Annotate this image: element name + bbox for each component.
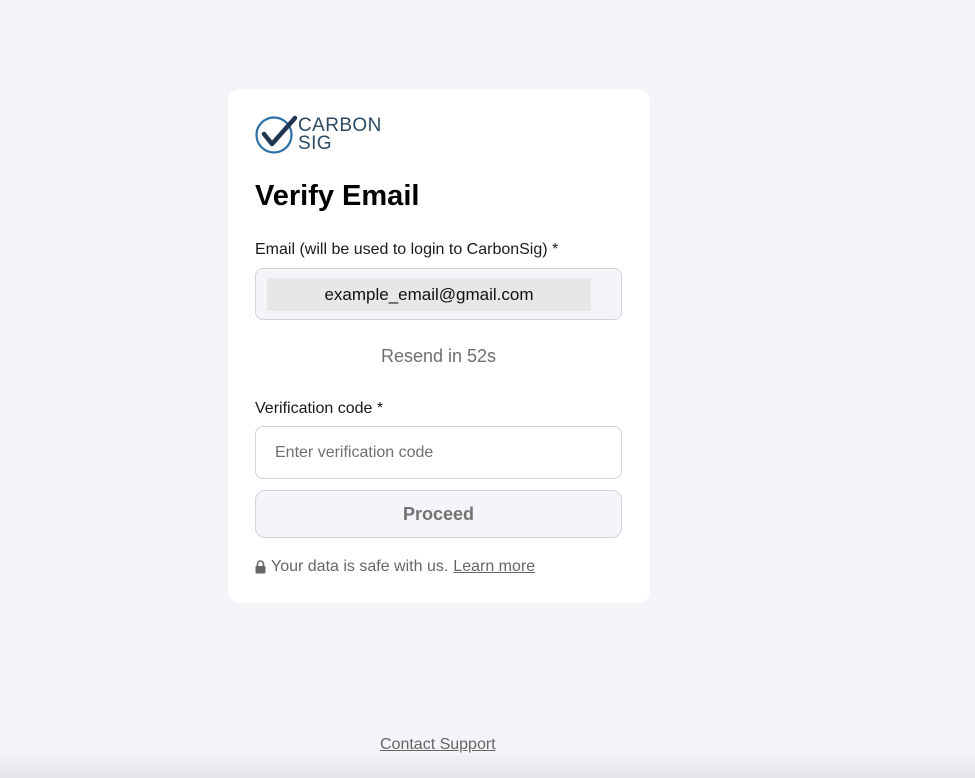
- verify-email-card: CARBON SIG Verify Email Email (will be u…: [228, 89, 650, 603]
- data-safety-text: Your data is safe with us.: [271, 558, 449, 575]
- verification-code-input[interactable]: [255, 426, 622, 479]
- bottom-shade: [0, 750, 975, 778]
- checkmark-circle-icon: [255, 115, 297, 154]
- email-label: Email (will be used to login to CarbonSi…: [255, 241, 559, 258]
- resend-countdown: Resend in 52s: [380, 346, 497, 366]
- proceed-button[interactable]: Proceed: [255, 490, 622, 538]
- carbonsig-logo: CARBON SIG: [255, 115, 382, 155]
- email-field: example_email@gmail.com: [255, 268, 622, 320]
- verification-code-label: Verification code *: [255, 400, 384, 417]
- page-title: Verify Email: [255, 180, 420, 212]
- logo-line-2: SIG: [298, 133, 332, 154]
- email-value: example_email@gmail.com: [267, 278, 591, 311]
- lock-icon: [255, 560, 266, 574]
- logo-wordmark: CARBON SIG: [298, 116, 382, 154]
- data-safety-note: Your data is safe with us. Learn more: [255, 557, 535, 577]
- learn-more-link[interactable]: Learn more: [453, 557, 535, 577]
